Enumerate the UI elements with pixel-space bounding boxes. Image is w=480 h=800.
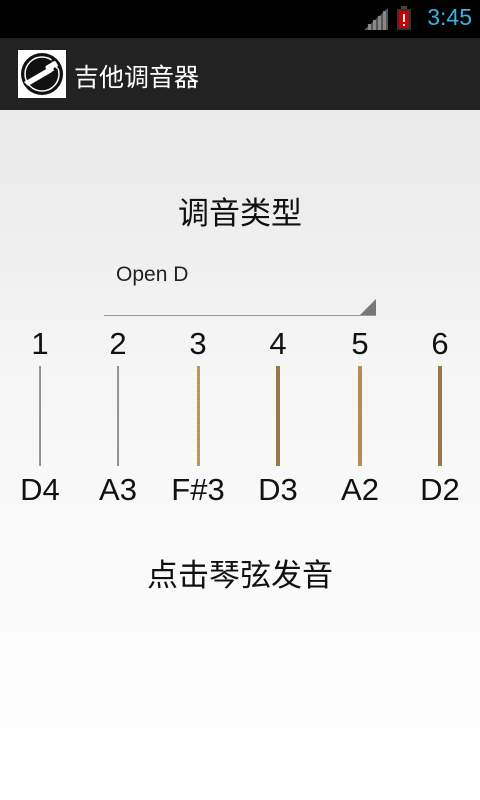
string-note: D4	[20, 472, 60, 507]
status-bar: 3:45	[0, 0, 480, 38]
string-wire[interactable]	[438, 366, 442, 466]
string-wire[interactable]	[276, 366, 280, 466]
guitar-string-2[interactable]: 2 A3	[78, 326, 158, 516]
tuner-content: 调音类型 Open D 1 D4 2 A3 3 F#3 4 D3 5 A2 6 …	[0, 110, 480, 800]
action-bar: 吉他调音器	[0, 38, 480, 111]
play-hint-label: 点击琴弦发音	[147, 558, 333, 594]
string-note: A3	[99, 472, 137, 507]
string-number: 2	[109, 326, 127, 361]
string-number: 5	[351, 326, 369, 361]
tuning-type-value: Open D	[116, 263, 189, 286]
string-wire[interactable]	[197, 366, 200, 466]
string-wire[interactable]	[39, 366, 41, 466]
string-wire[interactable]	[117, 366, 119, 466]
string-note: D2	[420, 472, 460, 507]
guitar-string-4[interactable]: 4 D3	[238, 326, 318, 516]
string-number: 3	[189, 326, 207, 361]
signal-icon	[364, 8, 388, 30]
guitar-string-1[interactable]: 1 D4	[0, 326, 80, 516]
app-title: 吉他调音器	[74, 63, 200, 92]
tuning-type-label: 调音类型	[178, 196, 302, 232]
tuning-type-select[interactable]: Open D	[104, 255, 376, 316]
spinner-arrow-icon	[360, 299, 376, 315]
string-note: A2	[341, 472, 379, 507]
string-wire[interactable]	[358, 366, 362, 466]
string-number: 4	[269, 326, 287, 361]
guitar-logo-icon[interactable]	[18, 50, 66, 98]
status-time: 3:45	[427, 4, 472, 30]
string-number: 1	[31, 326, 49, 361]
string-note: D3	[258, 472, 298, 507]
spinner-underline	[104, 315, 376, 316]
guitar-string-6[interactable]: 6 D2	[400, 326, 480, 516]
guitar-string-3[interactable]: 3 F#3	[158, 326, 238, 516]
string-number: 6	[431, 326, 449, 361]
string-note: F#3	[171, 472, 225, 507]
battery-icon	[397, 6, 411, 30]
guitar-string-5[interactable]: 5 A2	[320, 326, 400, 516]
